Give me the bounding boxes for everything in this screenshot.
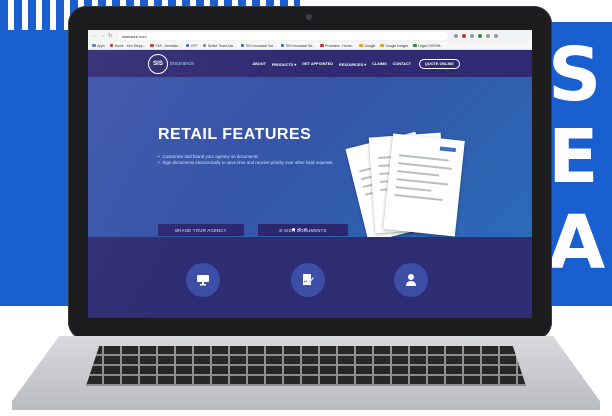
extension-icon[interactable] [486, 34, 491, 38]
extension-icon[interactable] [478, 34, 483, 38]
background-letter: A [548, 200, 606, 286]
bookmark-favicon-icon [380, 43, 384, 48]
menu-item-get-appointed[interactable]: GET APPOINTED [302, 62, 333, 66]
logo-text: insurance [170, 61, 195, 67]
monitor-icon [197, 275, 209, 286]
bookmark-label: Settlor Team Ass... [207, 43, 236, 48]
bookmark-favicon-icon [109, 43, 114, 48]
menu-item-claims[interactable]: CLAIMS [372, 62, 387, 66]
reload-icon[interactable]: ↻ [108, 33, 112, 39]
keyboard-rows [86, 346, 526, 386]
bookmark-favicon-icon [280, 43, 285, 48]
address-url: sisinsure.com [122, 33, 147, 39]
bookmark-favicon-icon [240, 43, 245, 48]
site-logo[interactable]: SIS [148, 54, 168, 74]
bookmark-label: Legal CHROM... [418, 43, 444, 48]
slider-dot[interactable] [298, 228, 301, 231]
slider-indicator [292, 228, 307, 231]
hero-title: RETAIL FEATURES [158, 126, 312, 143]
menu-icon[interactable] [494, 34, 499, 38]
promo-image: S E A ← → ↻ sisinsure.com Apps Home - Ke… [0, 0, 612, 416]
quote-online-button[interactable]: QUOTE ONLINE [418, 59, 460, 69]
bookmark-favicon-icon [202, 43, 207, 48]
bookmark-item[interactable]: SIS Insurance Se... [280, 43, 316, 48]
menu-item-resources[interactable]: RESOURCES ▾ [339, 62, 366, 67]
bookmark-item[interactable]: Settlor Team Ass... [202, 43, 236, 48]
bookmark-favicon-icon [359, 43, 363, 48]
bookmark-label: SIS Insurance Se... [285, 43, 316, 48]
back-icon[interactable]: ← [92, 33, 97, 39]
browser-extensions [454, 34, 499, 38]
extension-icon[interactable] [470, 34, 475, 38]
hero-bullet: • Sign documents electronically to save … [158, 160, 338, 166]
bookmark-label: Apps [97, 43, 105, 48]
background-letter: S [548, 32, 602, 118]
bookmark-label: Home - Ken Stepp... [114, 43, 146, 48]
bookmark-label: CFP [190, 43, 198, 48]
bookmark-favicon-icon [320, 43, 324, 48]
background-letter: E [548, 114, 599, 200]
bookmark-label: FAE - Armidale... [155, 43, 181, 48]
hero-bullets: • Customize and brand your agency on doc… [158, 154, 338, 166]
slider-dot[interactable] [292, 228, 295, 231]
bookmark-item[interactable]: Apps [92, 44, 105, 48]
slider-dot[interactable] [304, 228, 307, 231]
bookmark-label: Google Images [385, 43, 409, 48]
document-illustration [383, 133, 465, 237]
brand-your-agency-button[interactable]: BRAND YOUR AGENCY [158, 224, 244, 236]
bookmark-label: Google [364, 43, 376, 48]
menu-item-about[interactable]: ABOUT [252, 62, 266, 66]
bookmark-favicon-icon [185, 43, 190, 48]
feature-agent[interactable] [394, 263, 428, 297]
forward-icon[interactable]: → [100, 33, 105, 39]
bookmark-favicon-icon [150, 43, 154, 48]
feature-monitor[interactable] [186, 263, 220, 297]
hero-banner: RETAIL FEATURES • Customize and brand yo… [88, 77, 532, 243]
signature-document-icon [303, 274, 314, 285]
browser-toolbar: ← → ↻ sisinsure.com [88, 30, 532, 42]
bullet-dot-icon: • [158, 160, 160, 165]
laptop-screen: ← → ↻ sisinsure.com Apps Home - Ken Stepp… [88, 30, 532, 318]
feature-esign[interactable] [291, 263, 325, 297]
bookmark-item[interactable]: Google Images [380, 44, 408, 48]
extension-icon[interactable] [454, 34, 459, 38]
bookmark-label: SIS Insurance Sol... [245, 43, 276, 48]
bookmark-item[interactable]: SIS Insurance Sol... [240, 43, 276, 48]
bookmark-favicon-icon [413, 43, 417, 48]
logo-mark: SIS [153, 61, 163, 67]
extension-icon[interactable] [462, 34, 467, 38]
browser-nav: ← → ↻ [92, 33, 112, 39]
bookmark-item[interactable]: Home - Ken Stepp... [109, 43, 146, 48]
bookmark-item[interactable]: FAE - Armidale... [150, 43, 181, 48]
bookmarks-bar: Apps Home - Ken Stepp... FAE - Armidale...… [88, 42, 532, 50]
address-bar[interactable]: sisinsure.com [118, 32, 449, 40]
menu-item-products[interactable]: PRODUCTS ▾ [272, 62, 296, 67]
webcam [306, 14, 312, 20]
bookmark-favicon-icon [92, 43, 96, 48]
menu-item-contact[interactable]: CONTACT [393, 62, 411, 66]
main-menu: ABOUT PRODUCTS ▾ GET APPOINTED RESOURCES… [252, 59, 460, 69]
agent-user-icon [406, 274, 416, 286]
features-strip [88, 237, 532, 318]
hero-bullet-text: Sign documents electronically to save ti… [162, 160, 333, 165]
bookmark-label: Providers - Home... [325, 43, 355, 48]
bookmark-item[interactable]: Google [359, 44, 375, 48]
bookmark-item[interactable]: Legal CHROM... [413, 44, 443, 48]
site-header: SIS insurance ABOUT PRODUCTS ▾ GET APPOI… [88, 51, 532, 77]
bookmark-item[interactable]: Providers - Home... [320, 44, 354, 48]
bookmark-item[interactable]: CFP [185, 43, 198, 48]
